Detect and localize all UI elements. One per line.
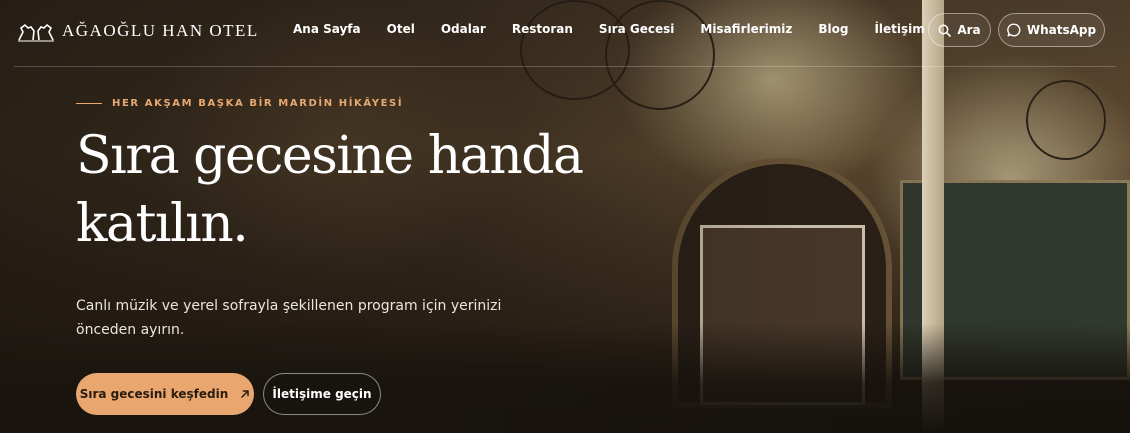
hero-title-line-2: katılın. [76,194,249,254]
eyebrow-text: HER AKŞAM BAŞKA BİR MARDİN HİKÂYESİ [112,98,404,109]
hero-title: Sıra gecesine handa katılın. [76,122,636,258]
contact-button[interactable]: İletişime geçin [263,373,381,415]
nav-item-ana-sayfa[interactable]: Ana Sayfa [293,22,361,36]
logo-text: AĞAOĞLU HAN OTEL [62,21,259,40]
nav-item-misafirlerimiz[interactable]: Misafirlerimiz [700,22,792,36]
hero-section: AĞAOĞLU HAN OTEL Ana Sayfa Otel Odalar R… [0,0,1130,433]
horse-pair-icon [16,20,56,42]
hero-subtitle: Canlı müzik ve yerel sofrayla şekillenen… [76,298,502,338]
arrow-up-right-icon [240,389,250,399]
eyebrow-line [76,103,102,104]
whatsapp-button[interactable]: WhatsApp [998,13,1105,47]
search-icon [938,24,952,37]
site-header: AĞAOĞLU HAN OTEL Ana Sayfa Otel Odalar R… [0,0,1130,67]
nav-item-otel[interactable]: Otel [387,22,415,36]
nav-item-odalar[interactable]: Odalar [441,22,486,36]
header-divider [14,66,1116,67]
nav-item-sira-gecesi[interactable]: Sıra Gecesi [599,22,674,36]
chat-bubble-icon [1007,23,1021,37]
nav-item-restoran[interactable]: Restoran [512,22,573,36]
whatsapp-button-label: WhatsApp [1026,23,1097,37]
search-button-label: Ara [957,23,981,37]
main-nav: Ana Sayfa Otel Odalar Restoran Sıra Gece… [293,22,951,36]
site-logo[interactable]: AĞAOĞLU HAN OTEL [16,18,259,44]
nav-item-iletisim[interactable]: İletişim [874,22,924,36]
hero-eyebrow: HER AKŞAM BAŞKA BİR MARDİN HİKÂYESİ [76,98,403,109]
hero-title-line-1: Sıra gecesine handa [76,126,584,186]
nav-item-blog[interactable]: Blog [818,22,848,36]
primary-cta-label: Sıra gecesini keşfedin [79,387,229,401]
discover-sira-gecesi-button[interactable]: Sıra gecesini keşfedin [76,373,254,415]
search-button[interactable]: Ara [928,13,991,47]
